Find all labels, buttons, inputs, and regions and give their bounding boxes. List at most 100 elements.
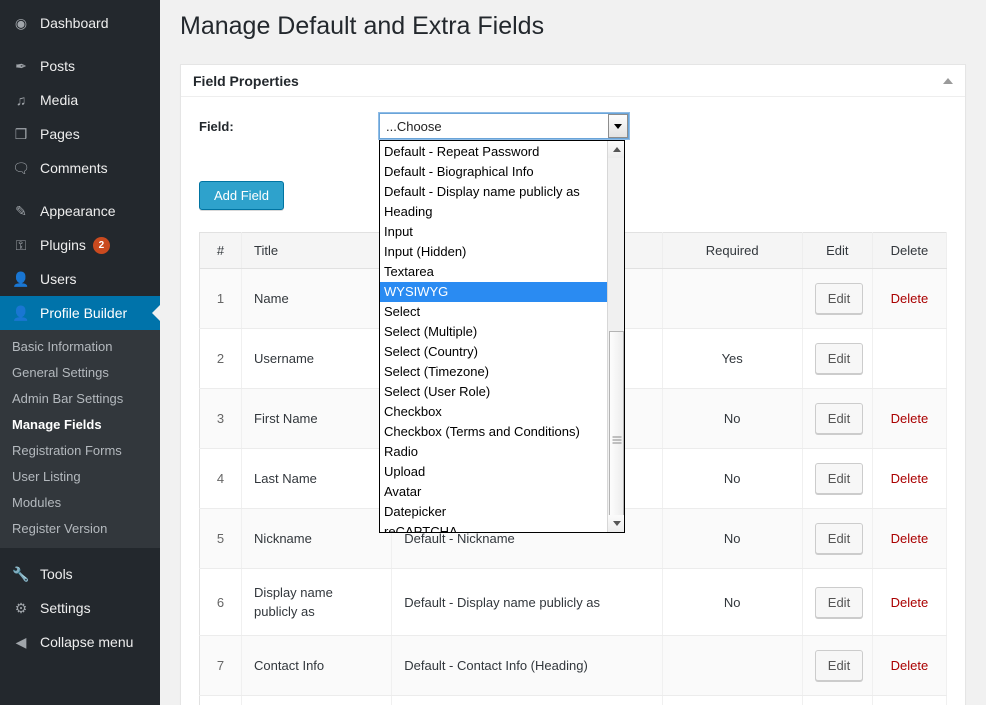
sidebar-item-plugins[interactable]: ⚿ Plugins 2 xyxy=(0,228,160,262)
sidebar-item-media[interactable]: ♫ Media xyxy=(0,83,160,117)
field-type-select[interactable]: ...Choose xyxy=(378,112,630,140)
row-number: 1 xyxy=(199,268,243,329)
field-select-row: Field: ...Choose Default - Repeat Passwo… xyxy=(199,112,947,533)
option-wysiwyg[interactable]: WYSIWYG xyxy=(380,282,607,302)
row-required: Yes xyxy=(662,695,803,705)
row-delete-cell: Delete xyxy=(872,635,948,696)
option-input[interactable]: Input xyxy=(380,222,607,242)
row-delete-cell: Delete xyxy=(872,448,948,509)
delete-link[interactable]: Delete xyxy=(891,595,929,610)
option-input-hidden[interactable]: Input (Hidden) xyxy=(380,242,607,262)
edit-button[interactable]: Edit xyxy=(814,343,864,374)
option-list-scrollbar[interactable] xyxy=(607,141,624,532)
edit-button[interactable]: Edit xyxy=(814,403,864,434)
sidebar-item-pages[interactable]: ❒ Pages xyxy=(0,117,160,151)
field-label: Field: xyxy=(199,119,234,134)
submenu-item-admin-bar-settings[interactable]: Admin Bar Settings xyxy=(0,386,160,412)
option-checkbox[interactable]: Checkbox xyxy=(380,402,607,422)
sidebar-item-label: Appearance xyxy=(40,203,116,219)
delete-link[interactable]: Delete xyxy=(891,658,929,673)
edit-button[interactable]: Edit xyxy=(814,586,864,618)
row-edit-cell: Edit xyxy=(802,508,873,569)
pages-icon: ❒ xyxy=(14,126,28,142)
add-field-button[interactable]: Add Field xyxy=(199,181,284,210)
col-header-number[interactable]: # xyxy=(199,232,243,269)
edit-button[interactable]: Edit xyxy=(814,650,864,681)
submenu-item-user-listing[interactable]: User Listing xyxy=(0,464,160,490)
sidebar-item-profile-builder[interactable]: 👤 Profile Builder xyxy=(0,296,160,330)
row-title: Last Name xyxy=(241,448,393,509)
sidebar-item-label: Media xyxy=(40,92,79,108)
delete-link[interactable]: Delete xyxy=(891,411,929,426)
option-heading[interactable]: Heading xyxy=(380,202,607,222)
field-properties-header[interactable]: Field Properties xyxy=(181,65,965,97)
sidebar-item-label: Posts xyxy=(40,58,76,74)
option-radio[interactable]: Radio xyxy=(380,442,607,462)
sidebar-item-comments[interactable]: 🗨 Comments xyxy=(0,151,160,185)
row-number: 7 xyxy=(199,635,243,696)
submenu-item-modules[interactable]: Modules xyxy=(0,490,160,516)
table-row: 7 Contact Info Default - Contact Info (Hea… xyxy=(199,635,948,696)
field-properties-panel: Field Properties Field: ...Choose Defaul… xyxy=(180,64,966,705)
option-select-country[interactable]: Select (Country) xyxy=(380,342,607,362)
row-delete-cell xyxy=(872,328,948,389)
delete-link[interactable]: Delete xyxy=(891,531,929,546)
submenu-item-basic-information[interactable]: Basic Information xyxy=(0,334,160,360)
admin-sidebar: ◉ Dashboard ✒ Posts ♫ Media ❒ Pages 🗨 Comments ✎ Ap… xyxy=(0,0,160,705)
option-avatar[interactable]: Avatar xyxy=(380,482,607,502)
option-recaptcha[interactable]: reCAPTCHA xyxy=(380,522,607,532)
delete-link[interactable]: Delete xyxy=(891,471,929,486)
sidebar-item-appearance[interactable]: ✎ Appearance xyxy=(0,194,160,228)
row-delete-cell: Delete xyxy=(872,508,948,569)
sidebar-item-label: Pages xyxy=(40,126,80,142)
edit-button[interactable]: Edit xyxy=(814,283,864,314)
row-number: 3 xyxy=(199,388,243,449)
submenu-item-registration-forms[interactable]: Registration Forms xyxy=(0,438,160,464)
field-type-option-list[interactable]: Default - Repeat Password Default - Biogr… xyxy=(379,140,625,533)
sidebar-item-label: Comments xyxy=(40,160,108,176)
tools-icon: 🔧 xyxy=(12,566,30,582)
option-select-user-role[interactable]: Select (User Role) xyxy=(380,382,607,402)
col-header-edit: Edit xyxy=(802,232,873,269)
option-checkbox-terms-and-conditions[interactable]: Checkbox (Terms and Conditions) xyxy=(380,422,607,442)
sidebar-bottom-menu: 🔧 Tools ⚙ Settings ◀ Collapse menu xyxy=(0,557,160,659)
main-content: Manage Default and Extra Fields Field Pr… xyxy=(160,0,986,705)
option-select-multiple[interactable]: Select (Multiple) xyxy=(380,322,607,342)
option-upload[interactable]: Upload xyxy=(380,462,607,482)
submenu-item-manage-fields[interactable]: Manage Fields xyxy=(0,412,160,438)
submenu-item-register-version[interactable]: Register Version xyxy=(0,516,160,542)
submenu-item-general-settings[interactable]: General Settings xyxy=(0,360,160,386)
chevron-up-icon[interactable] xyxy=(943,77,953,84)
option-default-display-name-publicly-as[interactable]: Default - Display name publicly as xyxy=(380,182,607,202)
col-header-title[interactable]: Title xyxy=(241,232,393,269)
edit-button[interactable]: Edit xyxy=(814,523,864,554)
row-field-type: Default - Contact Info (Heading) xyxy=(391,635,663,696)
sidebar-item-tools[interactable]: 🔧 Tools xyxy=(0,557,160,591)
row-number: 6 xyxy=(199,568,243,636)
option-textarea[interactable]: Textarea xyxy=(380,262,607,282)
sidebar-item-collapse-menu[interactable]: ◀ Collapse menu xyxy=(0,625,160,659)
sidebar-item-users[interactable]: 👤 Users xyxy=(0,262,160,296)
option-select[interactable]: Select xyxy=(380,302,607,322)
option-datepicker[interactable]: Datepicker xyxy=(380,502,607,522)
chevron-down-icon[interactable] xyxy=(608,114,628,138)
row-required: Yes xyxy=(662,328,803,389)
row-required: No xyxy=(662,388,803,449)
row-edit-cell: Edit xyxy=(802,268,873,329)
row-edit-cell: Edit xyxy=(802,328,873,389)
row-edit-cell: Edit xyxy=(802,635,873,696)
option-default-biographical-info[interactable]: Default - Biographical Info xyxy=(380,162,607,182)
scroll-up-icon[interactable] xyxy=(608,141,624,158)
sidebar-item-posts[interactable]: ✒ Posts xyxy=(0,49,160,83)
scrollbar-thumb[interactable] xyxy=(609,331,624,532)
sidebar-item-settings[interactable]: ⚙ Settings xyxy=(0,591,160,625)
option-default-repeat-password[interactable]: Default - Repeat Password xyxy=(380,142,607,162)
col-header-required[interactable]: Required xyxy=(662,232,803,269)
scroll-down-icon[interactable] xyxy=(608,515,624,532)
sidebar-item-dashboard[interactable]: ◉ Dashboard xyxy=(0,6,160,40)
delete-link[interactable]: Delete xyxy=(891,291,929,306)
plugins-icon: ⚿ xyxy=(15,237,27,253)
option-select-timezone[interactable]: Select (Timezone) xyxy=(380,362,607,382)
edit-button[interactable]: Edit xyxy=(814,463,864,494)
appearance-icon: ✎ xyxy=(15,203,27,219)
